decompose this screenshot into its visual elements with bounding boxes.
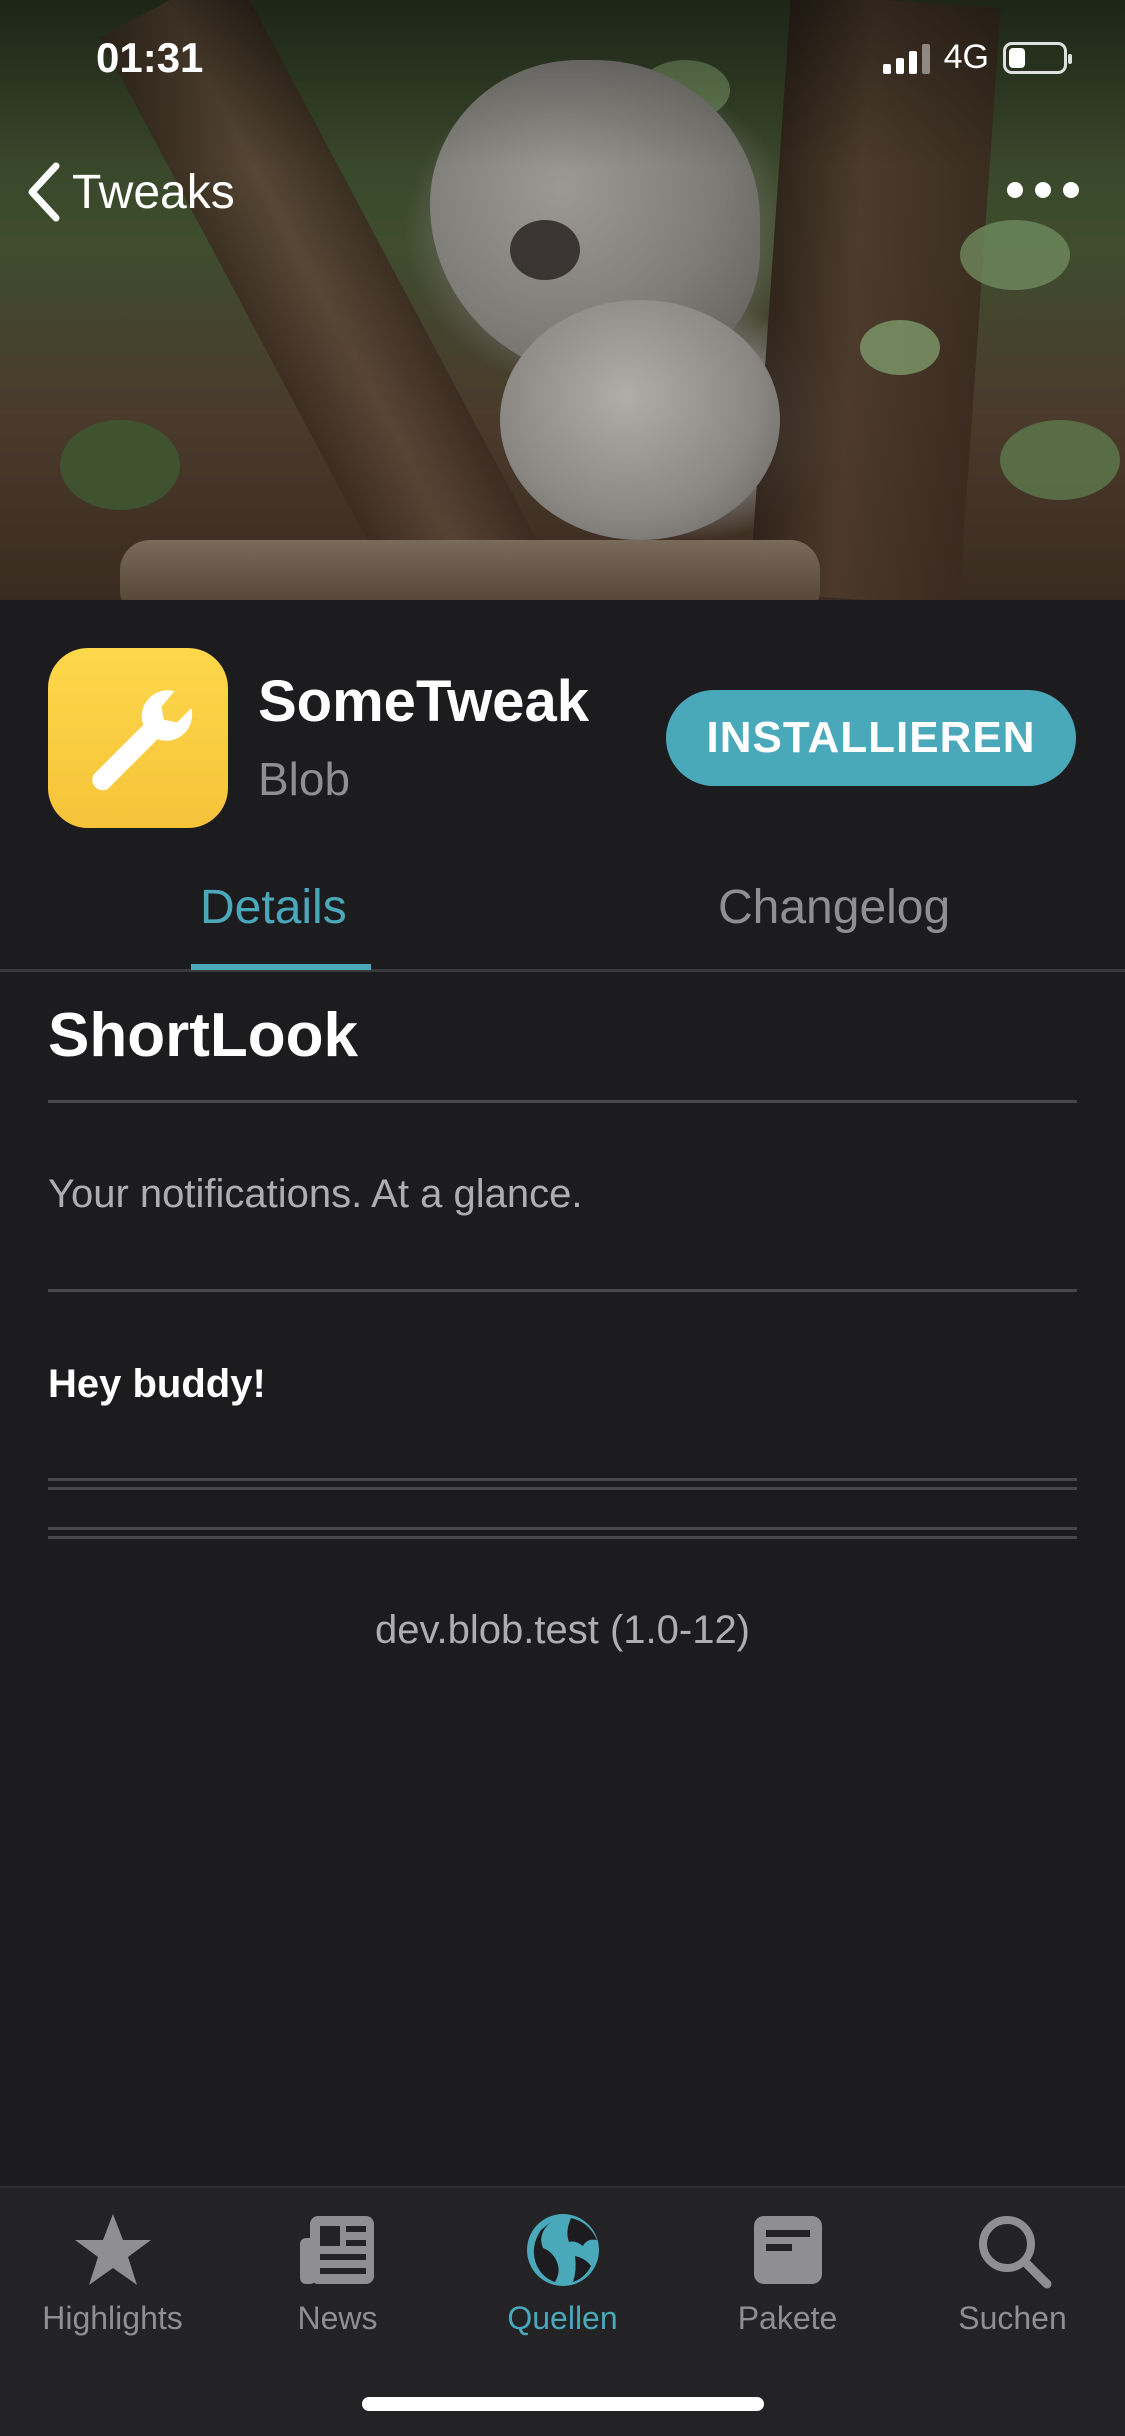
package-name: SomeTweak bbox=[258, 669, 589, 734]
ellipsis-icon bbox=[1007, 182, 1023, 198]
tabbar-label: Highlights bbox=[42, 2300, 183, 2336]
network-type: 4G bbox=[943, 38, 989, 76]
package-icon bbox=[48, 648, 228, 828]
tabbar-item-highlights[interactable]: Highlights bbox=[0, 2208, 225, 2337]
home-indicator bbox=[362, 2397, 764, 2411]
signal-icon bbox=[882, 42, 930, 74]
search-icon bbox=[978, 2216, 1051, 2289]
more-button[interactable] bbox=[1007, 182, 1079, 198]
battery-icon bbox=[1003, 41, 1072, 74]
install-button[interactable]: INSTALLIEREN bbox=[666, 690, 1076, 786]
divider bbox=[48, 1100, 1077, 1103]
status-indicators: 4G bbox=[882, 38, 1072, 77]
star-icon bbox=[74, 2214, 151, 2285]
divider bbox=[48, 1536, 1077, 1539]
package-author: Blob bbox=[258, 753, 351, 805]
globe-icon bbox=[526, 2214, 599, 2286]
tabbar-label: News bbox=[297, 2300, 378, 2336]
back-label: Tweaks bbox=[72, 165, 235, 219]
content-title: ShortLook bbox=[48, 1001, 358, 1070]
tabbar-item-quellen[interactable]: Quellen bbox=[450, 2208, 675, 2337]
status-time: 01:31 bbox=[96, 34, 204, 81]
wrench-icon bbox=[92, 690, 193, 791]
divider bbox=[48, 1487, 1077, 1490]
segment-tabs: Details Changelog bbox=[0, 860, 1125, 972]
tab-changelog[interactable]: Changelog bbox=[718, 880, 950, 935]
divider bbox=[48, 1289, 1077, 1292]
tabbar-label: Quellen bbox=[507, 2300, 618, 2336]
tabbar-item-pakete[interactable]: Pakete bbox=[675, 2208, 900, 2337]
tab-indicator bbox=[191, 964, 371, 970]
tabbar-item-news[interactable]: News bbox=[225, 2208, 450, 2337]
body-heading: Hey buddy! bbox=[48, 1362, 266, 1406]
tabbar-item-suchen[interactable]: Suchen bbox=[900, 2208, 1125, 2337]
header-image bbox=[0, 0, 1125, 600]
tabbar-label: Pakete bbox=[737, 2300, 838, 2336]
divider bbox=[48, 1478, 1077, 1481]
newspaper-icon bbox=[299, 2216, 374, 2284]
tab-details[interactable]: Details bbox=[200, 880, 347, 935]
package-icon bbox=[753, 2216, 822, 2284]
tabbar-label: Suchen bbox=[958, 2300, 1067, 2336]
divider bbox=[48, 1527, 1077, 1530]
chevron-left-icon bbox=[28, 162, 60, 222]
tagline: Your notifications. At a glance. bbox=[48, 1172, 583, 1216]
package-identifier: dev.blob.test (1.0-12) bbox=[374, 1608, 751, 1652]
back-button[interactable]: Tweaks bbox=[24, 160, 235, 224]
